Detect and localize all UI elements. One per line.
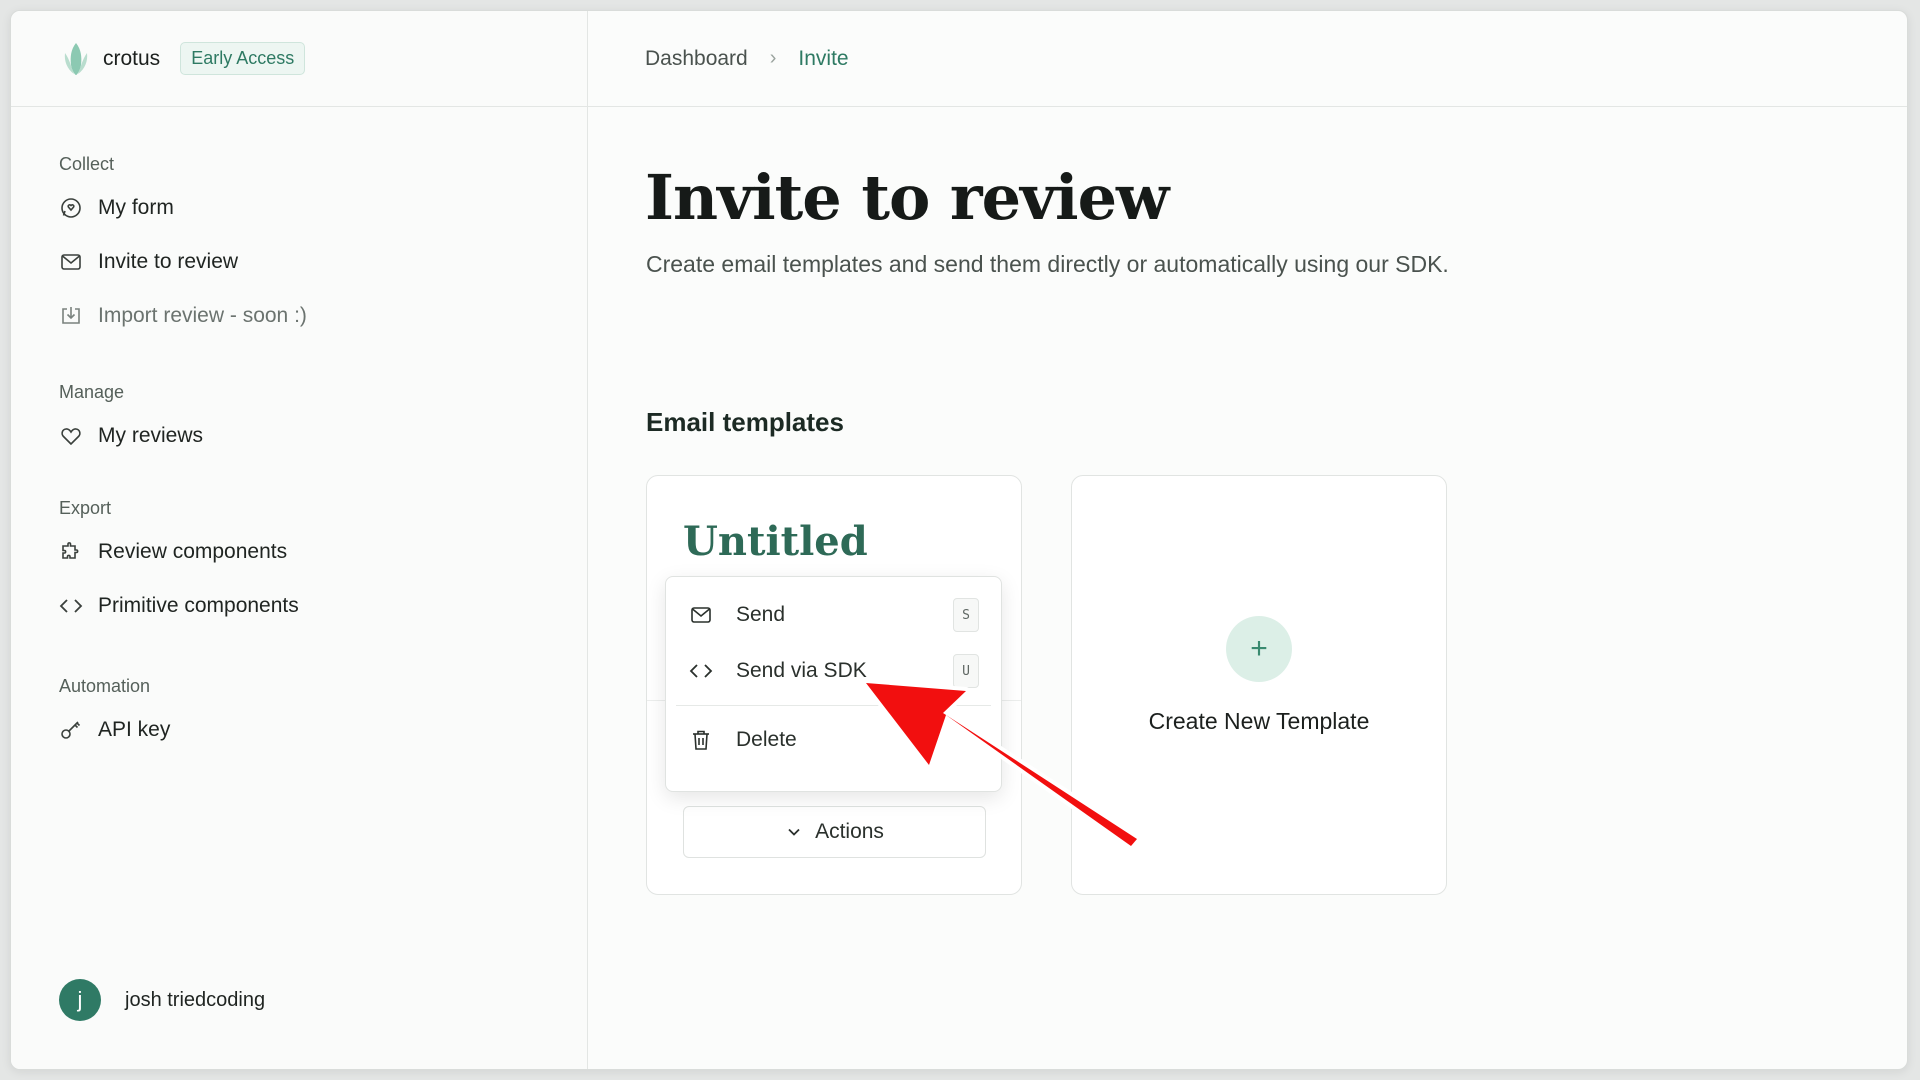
shortcut-key: S: [953, 598, 979, 632]
code-icon: [59, 594, 83, 618]
sidebar-item-import-review[interactable]: Import review - soon :): [59, 289, 587, 343]
sidebar: crotus Early Access Collect My form Invi…: [11, 11, 588, 1069]
section-label-export: Export: [59, 498, 112, 518]
breadcrumb: Dashboard › Invite: [588, 11, 1907, 107]
puzzle-icon: [59, 540, 83, 564]
actions-menu: Send S Send via SDK U Delete: [665, 576, 1002, 792]
user-profile[interactable]: j josh triedcoding: [59, 979, 265, 1021]
sidebar-item-invite-to-review[interactable]: Invite to review: [59, 235, 587, 289]
sidebar-item-label: API key: [98, 718, 171, 741]
sidebar-item-label: My reviews: [98, 424, 204, 447]
chat-icon: [59, 196, 83, 220]
sidebar-item-label: My form: [98, 196, 174, 219]
chevron-right-icon: ›: [769, 47, 777, 69]
shortcut-key: U: [953, 654, 979, 688]
sidebar-item-label: Invite to review: [98, 250, 239, 273]
actions-label: Actions: [815, 820, 884, 843]
page-subtitle: Create email templates and send them dir…: [646, 251, 1449, 277]
sidebar-item-api-key[interactable]: API key: [59, 703, 587, 757]
create-new-template-label: Create New Template: [1148, 707, 1370, 734]
menu-divider: [676, 705, 991, 706]
template-name: Untitled: [683, 518, 868, 565]
brand-name: crotus: [103, 46, 161, 70]
menu-item-label: Send via SDK: [736, 659, 867, 682]
code-icon: [688, 658, 714, 684]
user-name: josh triedcoding: [125, 988, 266, 1011]
sidebar-item-label: Primitive components: [98, 594, 299, 617]
brand-bar: crotus Early Access: [11, 11, 587, 107]
menu-item-send-via-sdk[interactable]: Send via SDK U: [666, 643, 1001, 699]
create-new-template-card[interactable]: + Create New Template: [1071, 475, 1447, 895]
menu-item-send[interactable]: Send S: [666, 587, 1001, 643]
sidebar-nav: Collect My form Invite to review Import …: [11, 107, 587, 757]
app-window: crotus Early Access Collect My form Invi…: [10, 10, 1908, 1070]
main-content: Dashboard › Invite Invite to review Crea…: [588, 11, 1907, 1069]
breadcrumb-dashboard-link[interactable]: Dashboard: [645, 47, 748, 71]
mail-icon: [59, 250, 83, 274]
sidebar-item-review-components[interactable]: Review components: [59, 525, 587, 579]
mail-icon: [688, 602, 714, 628]
section-label-collect: Collect: [59, 154, 115, 174]
menu-item-label: Send: [736, 603, 786, 626]
plus-icon: +: [1226, 615, 1292, 682]
heart-icon: [59, 424, 83, 448]
crotus-logo-icon: [64, 42, 88, 75]
sidebar-item-my-reviews[interactable]: My reviews: [59, 409, 587, 463]
avatar: j: [59, 979, 101, 1021]
page-title: Invite to review: [645, 161, 1169, 234]
actions-button[interactable]: Actions: [683, 806, 986, 858]
menu-item-delete[interactable]: Delete: [666, 712, 1001, 768]
menu-item-label: Delete: [736, 728, 797, 751]
key-icon: [59, 718, 83, 742]
sidebar-item-label: Review components: [98, 540, 288, 563]
sidebar-item-primitive-components[interactable]: Primitive components: [59, 579, 587, 633]
email-templates-heading: Email templates: [646, 407, 844, 437]
early-access-badge: Early Access: [180, 42, 306, 75]
sidebar-item-my-form[interactable]: My form: [59, 181, 587, 235]
breadcrumb-current: Invite: [798, 46, 849, 70]
import-icon: [59, 304, 83, 328]
sidebar-item-label: Import review - soon :): [98, 304, 307, 327]
section-label-manage: Manage: [59, 382, 125, 402]
chevron-down-icon: [788, 828, 800, 836]
trash-icon: [688, 727, 714, 753]
section-label-automation: Automation: [59, 676, 151, 696]
